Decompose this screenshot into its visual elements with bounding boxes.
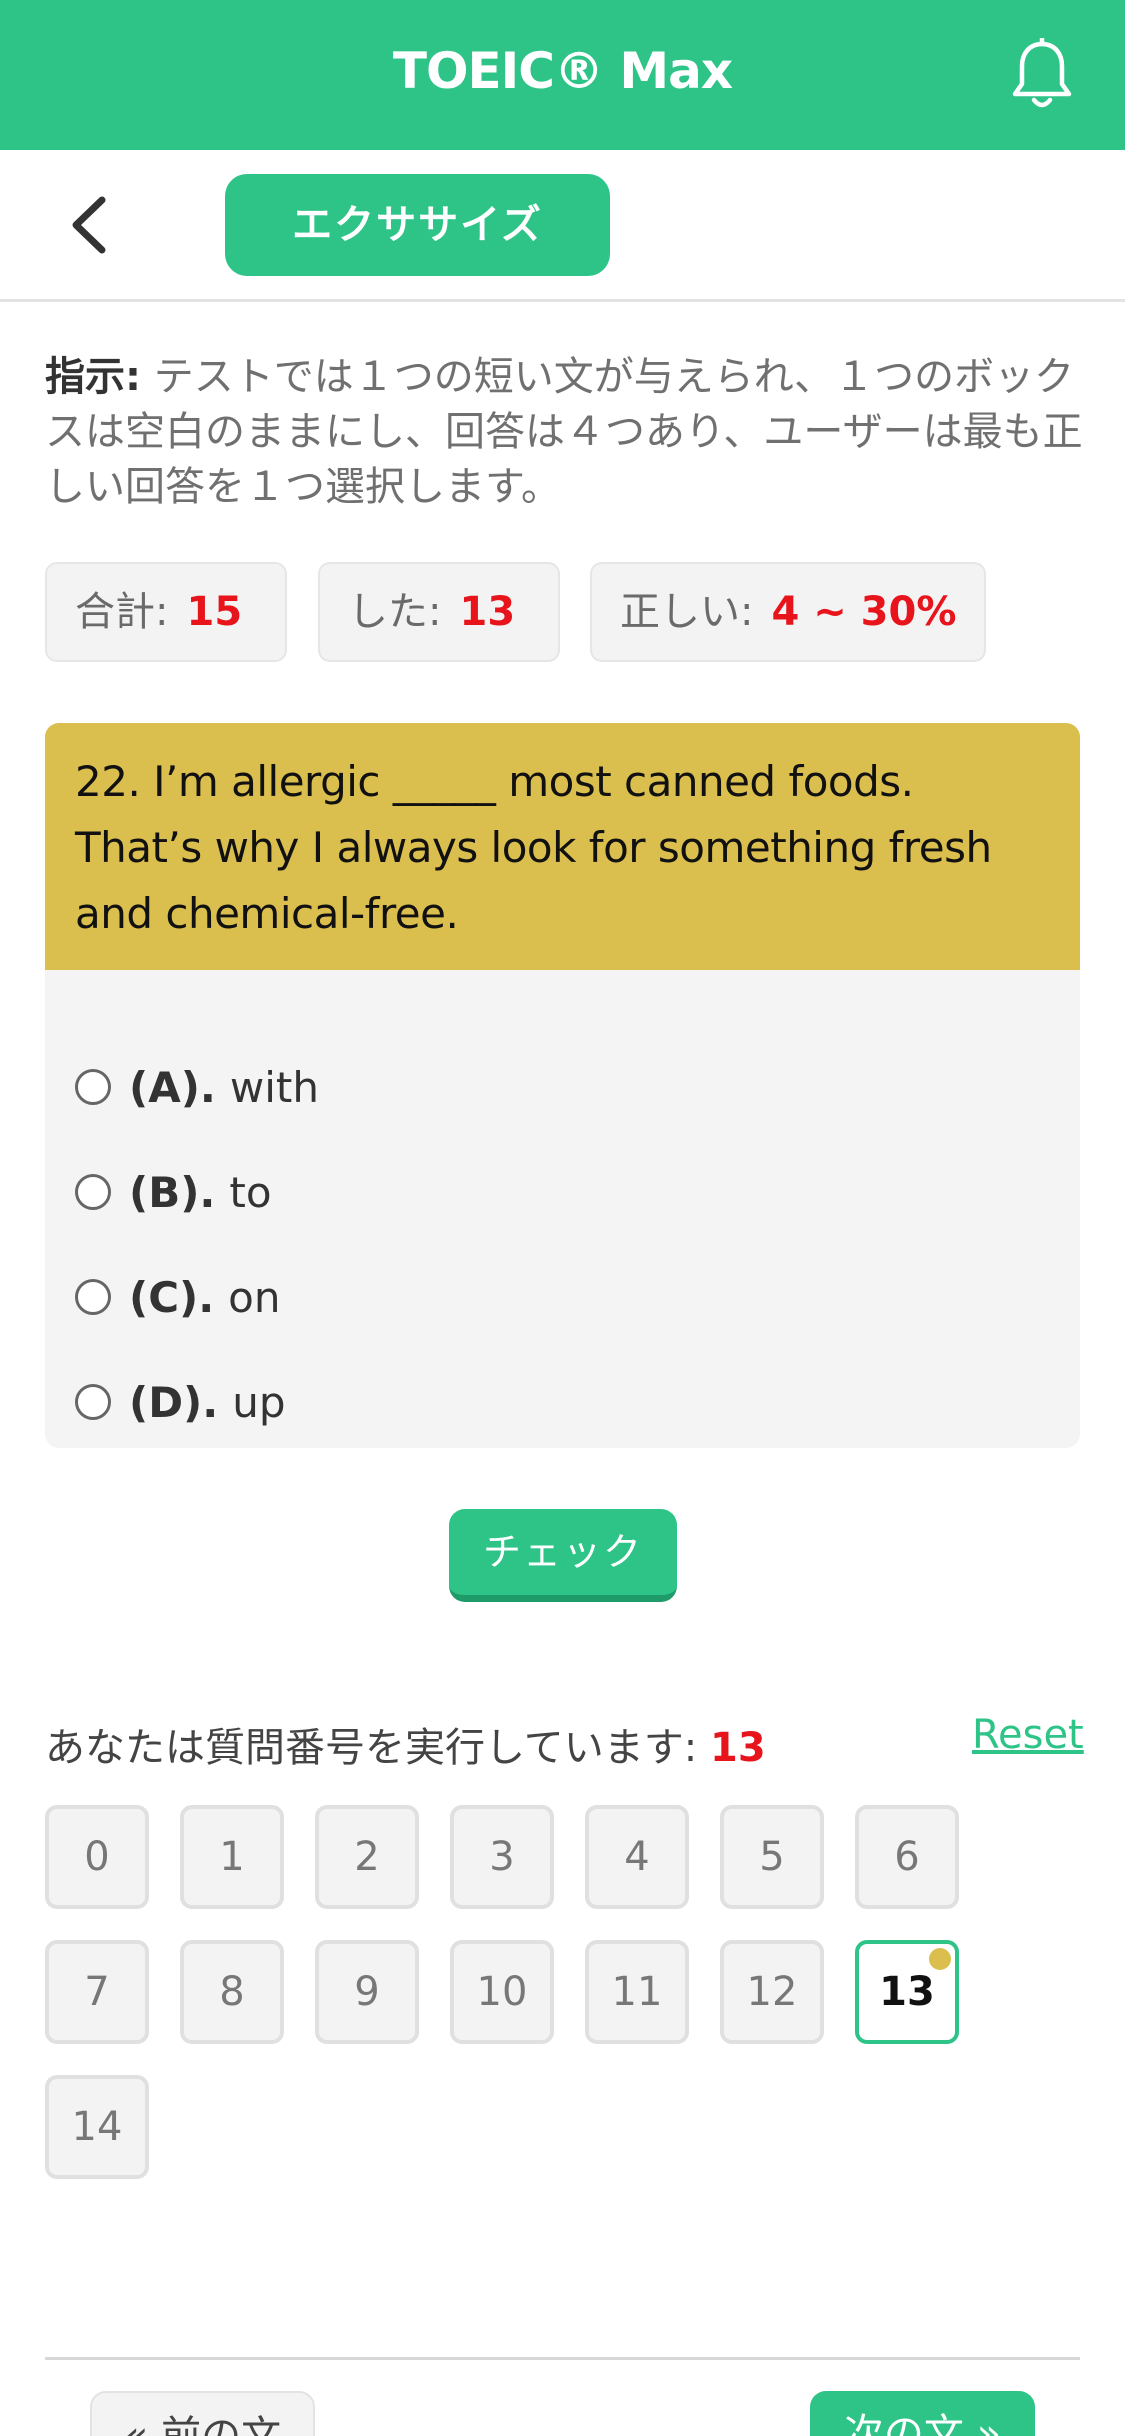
- option-d[interactable]: (D). up: [75, 1367, 286, 1437]
- option-a[interactable]: (A). with: [75, 1052, 319, 1122]
- question-number-button[interactable]: 2: [315, 1805, 419, 1909]
- stat-correct-label: 正しい:: [620, 589, 754, 635]
- option-letter: (A).: [129, 1062, 216, 1112]
- stat-correct: 正しい: 4 ~ 30%: [590, 562, 986, 662]
- question-number-button[interactable]: 9: [315, 1940, 419, 2044]
- question-number-label: 13: [879, 1969, 935, 2015]
- instruction-body: テストでは１つの短い文が与えられ、１つのボックスは空白のままにし、回答は４つあり…: [45, 354, 1083, 510]
- app-title: TOEIC® Max: [392, 42, 733, 100]
- option-b[interactable]: (B). to: [75, 1157, 272, 1227]
- instruction-label: 指示:: [45, 354, 141, 400]
- chevron-left-icon[interactable]: [60, 190, 120, 260]
- radio-button[interactable]: [75, 1069, 111, 1105]
- option-text: with: [229, 1062, 319, 1112]
- progress-label: あなたは質問番号を実行しています:: [45, 1725, 710, 1771]
- bell-icon[interactable]: [1010, 38, 1074, 110]
- question-number-button[interactable]: 8: [180, 1940, 284, 2044]
- option-text: to: [229, 1167, 272, 1217]
- reset-link[interactable]: Reset: [972, 1712, 1084, 1758]
- question-number-button[interactable]: 1: [180, 1805, 284, 1909]
- app-header: TOEIC® Max: [0, 0, 1125, 150]
- current-indicator-dot: [929, 1948, 951, 1970]
- stat-done: した: 13: [318, 562, 560, 662]
- question-number-button[interactable]: 5: [720, 1805, 824, 1909]
- question-number-button[interactable]: 7: [45, 1940, 149, 2044]
- check-button[interactable]: チェック: [449, 1509, 677, 1602]
- question-number-button[interactable]: 11: [585, 1940, 689, 2044]
- previous-sentence-button[interactable]: « 前の文: [90, 2391, 315, 2436]
- question-number-button[interactable]: 12: [720, 1940, 824, 2044]
- radio-button[interactable]: [75, 1174, 111, 1210]
- option-letter: (D).: [129, 1377, 219, 1427]
- option-letter: (C).: [129, 1272, 215, 1322]
- stat-done-value: 13: [459, 589, 516, 635]
- question-number-button[interactable]: 10: [450, 1940, 554, 2044]
- radio-button[interactable]: [75, 1384, 111, 1420]
- option-letter: (B).: [129, 1167, 216, 1217]
- progress-current: 13: [710, 1725, 766, 1771]
- progress-text: あなたは質問番号を実行しています: 13: [45, 1715, 766, 1773]
- question-number-button[interactable]: 3: [450, 1805, 554, 1909]
- next-sentence-button[interactable]: 次の文 »: [810, 2391, 1035, 2436]
- footer-divider: [45, 2357, 1080, 2360]
- stat-correct-value: 4 ~ 30%: [771, 589, 957, 635]
- exercise-tab-button[interactable]: エクササイズ: [225, 174, 610, 276]
- question-number-button[interactable]: 6: [855, 1805, 959, 1909]
- option-text: up: [232, 1377, 286, 1427]
- question-text: 22. I’m allergic _____ most canned foods…: [45, 723, 1080, 970]
- answer-options: (A). with (B). to (C). on (D). up: [45, 970, 1080, 1448]
- question-number-button[interactable]: 14: [45, 2075, 149, 2179]
- stat-total-value: 15: [186, 589, 243, 635]
- instruction-text: 指示: テストでは１つの短い文が与えられ、１つのボックスは空白のままにし、回答は…: [45, 350, 1085, 515]
- option-text: on: [228, 1272, 281, 1322]
- question-number-button[interactable]: 0: [45, 1805, 149, 1909]
- option-c[interactable]: (C). on: [75, 1262, 281, 1332]
- question-number-button-active[interactable]: 13: [855, 1940, 959, 2044]
- sub-navigation: エクササイズ: [0, 150, 1125, 302]
- stat-total-label: 合計:: [75, 589, 169, 635]
- stat-done-label: した:: [348, 589, 442, 635]
- radio-button[interactable]: [75, 1279, 111, 1315]
- stat-total: 合計: 15: [45, 562, 287, 662]
- question-number-button[interactable]: 4: [585, 1805, 689, 1909]
